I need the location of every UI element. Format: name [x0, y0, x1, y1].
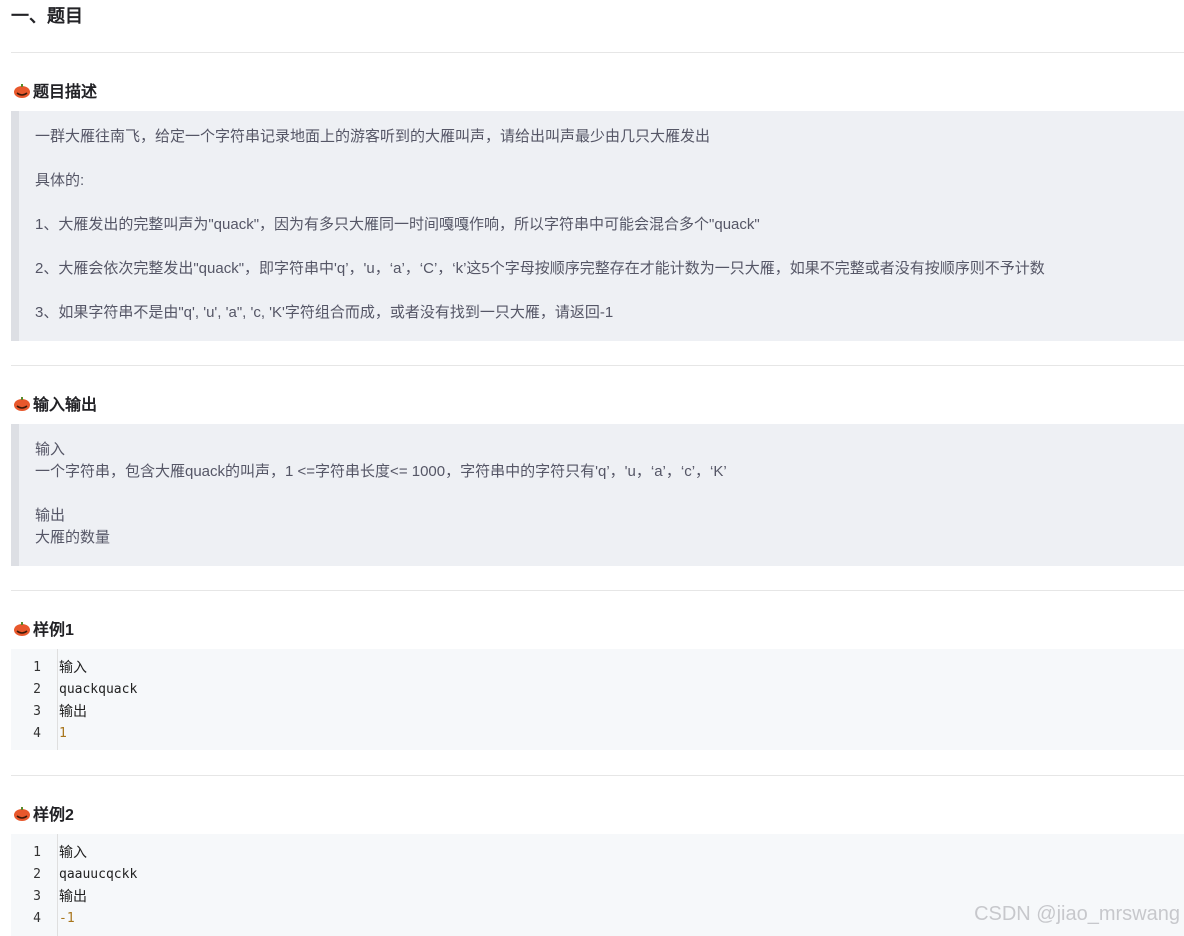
description-line: 2、大雁会依次完整发出"quack"，即字符串中'q’，'u，‘a’，‘C’，‘…: [35, 260, 1045, 277]
pumpkin-icon: [14, 84, 30, 98]
code-text: qaauucqckk: [59, 866, 138, 882]
section-title-text: 样例1: [33, 622, 74, 639]
section-title-text: 输入输出: [33, 397, 98, 414]
code-text: 输入: [59, 845, 87, 861]
code-line: 2 quackquack: [11, 678, 1184, 700]
section-title-example2: 样例2: [13, 802, 74, 824]
line-number: 3: [33, 703, 41, 719]
code-text: 输出: [59, 704, 87, 720]
watermark: CSDN @jiao_mrswang: [974, 903, 1180, 925]
code-line: 2 qaauucqckk: [11, 863, 1184, 885]
io-line: 输出: [35, 507, 66, 524]
divider: [11, 590, 1184, 591]
section-title-example1: 样例1: [13, 617, 74, 639]
line-number: 3: [33, 888, 41, 904]
divider: [11, 365, 1184, 366]
io-line: 输入: [35, 441, 66, 458]
divider: [11, 775, 1184, 776]
description-line: 1、大雁发出的完整叫声为"quack"，因为有多只大雁同一时间嘎嘎作响，所以字符…: [35, 216, 760, 233]
section-title-text: 样例2: [33, 807, 74, 824]
line-number: 2: [33, 866, 41, 882]
pumpkin-icon: [14, 807, 30, 821]
code-text: quackquack: [59, 681, 138, 697]
line-number: 1: [33, 844, 41, 860]
code-line: 1 输入: [11, 841, 1184, 863]
io-line: 一个字符串，包含大雁quack的叫声，1 <=字符串长度<= 1000，字符串中…: [35, 463, 727, 480]
line-number: 4: [33, 725, 41, 741]
line-number: 1: [33, 659, 41, 675]
code-line: 4 1: [11, 722, 1184, 744]
code-number: -1: [59, 910, 75, 926]
code-block-example1[interactable]: 1 输入 2 quackquack 3 输出 4 1: [11, 649, 1184, 750]
description-line: 具体的:: [35, 172, 85, 189]
description-line: 3、如果字符串不是由"q', 'u', 'a", 'c, 'K'字符组合而成，或…: [35, 304, 614, 321]
code-number: 1: [59, 725, 67, 741]
page-title: 一、题目: [11, 6, 83, 26]
section-title-io: 输入输出: [13, 392, 97, 414]
code-text: 输入: [59, 660, 87, 676]
description-line: 一群大雁往南飞，给定一个字符串记录地面上的游客听到的大雁叫声，请给出叫声最少由几…: [35, 128, 711, 145]
code-text: 输出: [59, 889, 87, 905]
code-line: 1 输入: [11, 656, 1184, 678]
divider: [11, 52, 1184, 53]
line-number: 4: [33, 910, 41, 926]
line-number: 2: [33, 681, 41, 697]
description-blockquote: 一群大雁往南飞，给定一个字符串记录地面上的游客听到的大雁叫声，请给出叫声最少由几…: [11, 111, 1184, 341]
io-line: 大雁的数量: [35, 529, 111, 546]
code-line: 3 输出: [11, 700, 1184, 722]
io-blockquote: 输入 一个字符串，包含大雁quack的叫声，1 <=字符串长度<= 1000，字…: [11, 424, 1184, 566]
pumpkin-icon: [14, 397, 30, 411]
section-title-text: 题目描述: [33, 84, 98, 101]
pumpkin-icon: [14, 622, 30, 636]
section-title-description: 题目描述: [13, 79, 97, 101]
